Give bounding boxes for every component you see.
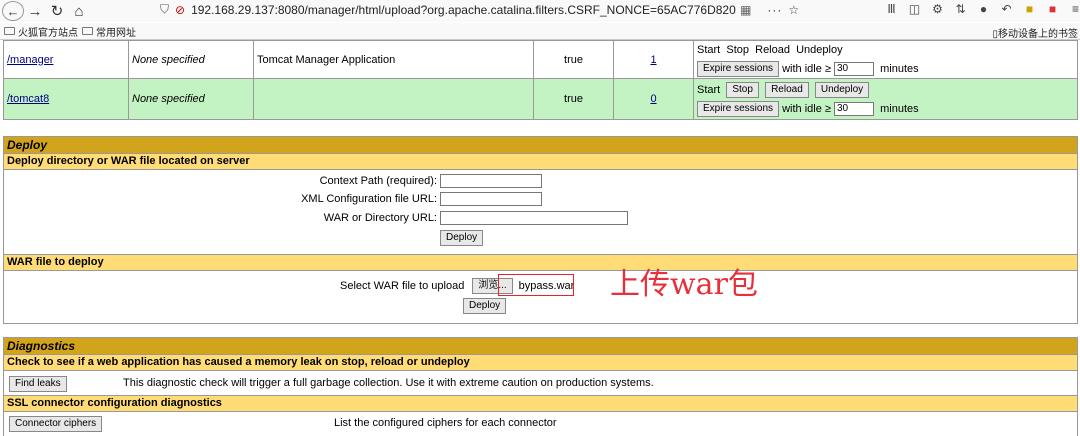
idle-prefix: with idle ≥ — [782, 102, 831, 115]
table-row: /manager None specified Tomcat Manager A… — [3, 40, 1078, 79]
war-upload-heading: WAR file to deploy — [4, 255, 1077, 271]
xml-config-input[interactable] — [440, 192, 542, 206]
war-url-input[interactable] — [440, 211, 628, 225]
xml-config-row: XML Configuration file URL: — [254, 192, 542, 206]
bookmarks-bar: 火狐官方站点 常用网址 ▯移动设备上的书签 — [0, 23, 1080, 40]
stop-button[interactable]: Stop — [726, 81, 759, 98]
context-path-input[interactable] — [440, 174, 542, 188]
sync-icon[interactable]: ⇅ — [949, 2, 972, 16]
context-path-label: Context Path (required): — [319, 175, 437, 187]
deploy-title: Deploy — [4, 137, 1077, 154]
leak-heading: Check to see if a web application has ca… — [4, 355, 1077, 371]
app-version: None specified — [128, 78, 254, 120]
expire-sessions-button[interactable]: Expire sessions — [697, 60, 780, 77]
app-running: true — [533, 78, 614, 120]
back-arrow-icon[interactable]: ← — [2, 1, 24, 21]
undo-icon[interactable]: ↶ — [995, 2, 1018, 16]
app-commands: Start Stop Reload Undeploy Expire sessio… — [693, 40, 1078, 79]
folder-icon — [82, 27, 93, 35]
app-display-name: Tomcat Manager Application — [253, 40, 534, 79]
select-war-label: Select WAR file to upload — [340, 280, 465, 292]
bookmark-mobile[interactable]: ▯移动设备上的书签 — [992, 25, 1078, 40]
app-running: true — [533, 40, 614, 79]
menu-icon[interactable]: ≡ — [1064, 2, 1080, 16]
chat-icon[interactable]: ● — [972, 2, 995, 16]
applications-table: /manager None specified Tomcat Manager A… — [3, 40, 1078, 120]
app-path-cell: /manager — [3, 40, 129, 79]
sidebar-icon[interactable]: ◫ — [903, 2, 926, 16]
deploy-button-row: Deploy — [440, 230, 484, 246]
war-upload-form: Select WAR file to upload 浏览... bypass.w… — [4, 271, 1077, 319]
xml-config-label: XML Configuration file URL: — [301, 193, 437, 205]
browser-toolbar: ← → ↻ ⌂ ⛉ ⊘ 192.168.29.137:8080/manager/… — [0, 0, 1080, 22]
app-path-cell: /tomcat8 — [3, 78, 129, 120]
upload-annotation: 上传war包 — [610, 267, 758, 302]
file-highlight-box — [498, 274, 574, 296]
addon-icon[interactable]: ■ — [1018, 2, 1041, 16]
qr-code-icon[interactable]: ▦ — [740, 3, 751, 17]
bookmark-firefox-sites[interactable]: 火狐官方站点 — [4, 24, 78, 39]
stop-command: Stop — [726, 43, 749, 56]
insecure-lock-icon[interactable]: ⊘ — [175, 3, 185, 17]
war-url-row: WAR or Directory URL: — [254, 211, 628, 225]
idle-prefix: with idle ≥ — [782, 62, 831, 75]
reload-button[interactable]: Reload — [765, 81, 809, 98]
bookmark-star-icon[interactable]: ☆ — [788, 3, 799, 17]
upload-deploy-button[interactable]: Deploy — [463, 298, 507, 314]
reload-icon[interactable]: ↻ — [46, 1, 68, 21]
url-text[interactable]: 192.168.29.137:8080/manager/html/upload?… — [191, 3, 736, 17]
library-icon[interactable]: Ⅲ — [880, 2, 903, 16]
folder-icon — [4, 27, 15, 35]
app-commands: Start Stop Reload Undeploy Expire sessio… — [693, 78, 1078, 120]
war-url-label: WAR or Directory URL: — [323, 212, 437, 224]
ciphers-row: Connector ciphers List the configured ci… — [4, 412, 1077, 432]
forward-arrow-icon[interactable]: → — [24, 1, 46, 21]
app-sessions-cell: 1 — [613, 40, 694, 79]
extension-icon[interactable]: ⚙ — [926, 2, 949, 16]
deploy-section: Deploy Deploy directory or WAR file loca… — [3, 136, 1078, 324]
bookmark-common-sites[interactable]: 常用网址 — [82, 24, 136, 39]
undeploy-command: Undeploy — [796, 43, 843, 56]
ciphers-description: List the configured ciphers for each con… — [334, 417, 557, 429]
upload-deploy-row: Deploy — [463, 298, 507, 314]
home-icon[interactable]: ⌂ — [68, 1, 90, 21]
diagnostics-section: Diagnostics Check to see if a web applic… — [3, 337, 1078, 436]
start-command: Start — [697, 43, 721, 56]
reload-command: Reload — [755, 43, 790, 56]
flag-icon[interactable]: ■ — [1041, 2, 1064, 16]
app-display-name — [253, 78, 534, 120]
leak-description: This diagnostic check will trigger a ful… — [123, 377, 654, 389]
undeploy-button[interactable]: Undeploy — [814, 81, 870, 98]
idle-input[interactable]: 30 — [834, 101, 874, 116]
deploy-server-heading: Deploy directory or WAR file located on … — [4, 154, 1077, 170]
deploy-server-form: Context Path (required): XML Configurati… — [4, 170, 1077, 255]
diagnostics-title: Diagnostics — [4, 338, 1077, 355]
expire-sessions-button[interactable]: Expire sessions — [697, 100, 780, 117]
table-row: /tomcat8 None specified true 0 Start Sto… — [3, 78, 1078, 120]
idle-suffix: minutes — [880, 102, 919, 115]
start-command: Start — [697, 83, 721, 96]
connector-ciphers-button[interactable]: Connector ciphers — [9, 416, 103, 432]
shield-icon[interactable]: ⛉ — [160, 2, 169, 17]
url-bar[interactable]: ⛉ ⊘ 192.168.29.137:8080/manager/html/upl… — [160, 0, 810, 19]
app-sessions-link[interactable]: 1 — [650, 54, 656, 66]
app-version: None specified — [128, 40, 254, 79]
app-path-link[interactable]: /tomcat8 — [7, 93, 49, 105]
page-actions-icon[interactable]: ··· — [767, 3, 782, 17]
leak-row: Find leaks This diagnostic check will tr… — [4, 371, 1077, 396]
deploy-button[interactable]: Deploy — [440, 230, 484, 246]
app-path-link[interactable]: /manager — [7, 54, 53, 66]
idle-suffix: minutes — [880, 62, 919, 75]
app-sessions-link[interactable]: 0 — [650, 93, 656, 105]
ssl-heading: SSL connector configuration diagnostics — [4, 396, 1077, 412]
find-leaks-button[interactable]: Find leaks — [9, 376, 67, 392]
toolbar-extensions: Ⅲ ◫ ⚙ ⇅ ● ↶ ■ ■ ≡ — [880, 2, 1080, 16]
app-sessions-cell: 0 — [613, 78, 694, 120]
context-path-row: Context Path (required): — [254, 174, 542, 188]
idle-input[interactable]: 30 — [834, 61, 874, 76]
